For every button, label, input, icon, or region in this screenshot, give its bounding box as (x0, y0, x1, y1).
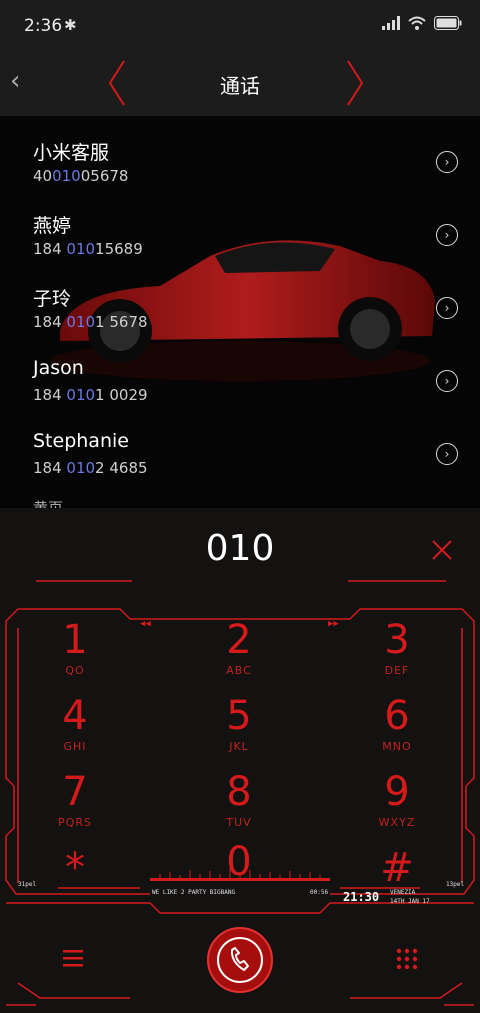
duration-text: 00:56 (310, 889, 329, 896)
status-bar: 2:36 ✱ (0, 0, 480, 52)
key-5[interactable]: 5 JKL (189, 694, 289, 753)
key-2[interactable]: 2 ABC (189, 618, 289, 677)
contact-detail-button[interactable]: › (436, 297, 458, 319)
key-4[interactable]: 4 GHI (25, 694, 125, 753)
key-star[interactable]: * (25, 846, 125, 892)
contact-number: 184 0101 5678 (33, 313, 148, 331)
chevron-right-deco-icon (347, 60, 364, 106)
contact-number: 184 01015689 (33, 240, 143, 258)
contact-name: Stephanie (33, 430, 129, 452)
contact-name: 子玲 (33, 288, 72, 310)
contact-row[interactable]: Stephanie 184 0102 4685 › (0, 416, 480, 488)
call-button[interactable] (206, 926, 274, 994)
contact-row[interactable]: 小米客服 4001005678 › (0, 124, 480, 196)
key-1[interactable]: 1 QO (25, 618, 125, 677)
key-0[interactable]: 0 (189, 840, 289, 886)
bluetooth-icon: ✱ (64, 16, 77, 34)
rewind-icon: ◀◀ (140, 619, 151, 629)
hud-clock: 21:30 (343, 890, 380, 904)
key-9[interactable]: 9 WXYZ (347, 770, 447, 829)
keypad-toggle-button[interactable] (396, 948, 418, 970)
key-hash[interactable]: # (347, 846, 447, 892)
fast-forward-icon: ▶▶ (328, 619, 339, 629)
key-6[interactable]: 6 MNO (347, 694, 447, 753)
contact-name: Jason (33, 357, 84, 379)
key-3[interactable]: 3 DEF (347, 618, 447, 677)
contact-detail-button[interactable]: › (436, 443, 458, 465)
contact-number: 184 0101 0029 (33, 386, 148, 404)
contact-row[interactable]: Jason 184 0101 0029 › (0, 343, 480, 415)
key-8[interactable]: 8 TUV (189, 770, 289, 829)
contact-name: 黄页 (33, 499, 64, 508)
wifi-icon (408, 16, 426, 30)
battery-icon (434, 16, 462, 30)
page-title: 通话 (220, 74, 260, 98)
contact-row[interactable]: 燕婷 184 01015689 › (0, 197, 480, 269)
contact-name: 燕婷 (33, 215, 72, 237)
app-header: ‹ 通话 (0, 52, 480, 116)
contact-detail-button[interactable]: › (436, 151, 458, 173)
contact-detail-button[interactable]: › (436, 370, 458, 392)
contact-number: 184 0102 4685 (33, 459, 148, 477)
contact-name: 小米客服 (33, 142, 110, 164)
date-text: 14TH JAN 17 (390, 898, 430, 905)
status-icons (382, 16, 462, 30)
status-time: 2:36 (24, 16, 63, 36)
key-7[interactable]: 7 PQRS (25, 770, 125, 829)
contact-list[interactable]: 小米客服 4001005678 › 燕婷 184 01015689 › 子玲 1… (0, 116, 480, 508)
contact-row[interactable]: 子玲 184 0101 5678 › (0, 270, 480, 342)
contact-number: 4001005678 (33, 167, 129, 185)
signal-icon (382, 16, 400, 30)
slogan-text: WE LIKE 2 PARTY BIGBANG (152, 889, 236, 896)
dialer-panel: 010 ◀◀ ▶▶ 31pel 13pel WE LIKE 2 PARTY BI… (0, 508, 480, 1013)
contact-detail-button[interactable]: › (436, 224, 458, 246)
menu-button[interactable] (62, 948, 84, 968)
right-tag: 13pel (446, 881, 465, 888)
contact-row[interactable]: 黄页 (0, 489, 480, 508)
